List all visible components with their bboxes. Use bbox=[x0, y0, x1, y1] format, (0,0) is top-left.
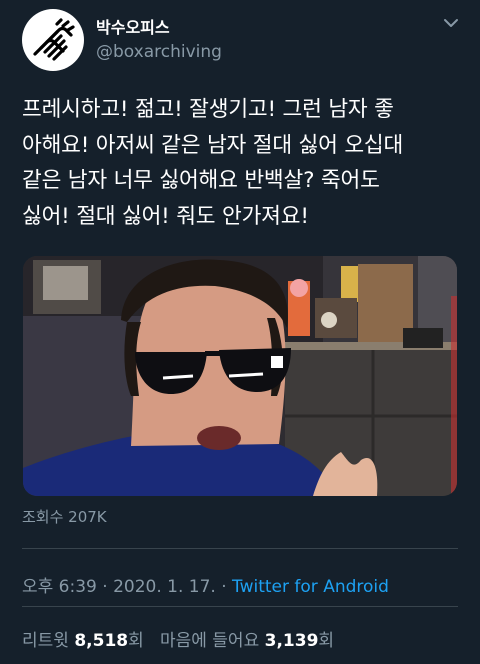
likes-count: 3,139 bbox=[264, 631, 319, 651]
view-count: 조회수 207K bbox=[22, 508, 107, 526]
tweet-header: 박수오피스 @boxarchiving bbox=[22, 8, 222, 72]
tweet-metadata: 오후 6:39 · 2020. 1. 17. · Twitter for And… bbox=[22, 572, 389, 597]
meta-separator: · bbox=[96, 577, 114, 597]
likes-unit: 회 bbox=[318, 631, 335, 651]
clapping-hands-icon bbox=[33, 18, 75, 61]
meta-separator: · bbox=[215, 577, 233, 597]
likes-label: 마음에 들어요 bbox=[159, 631, 260, 651]
display-name[interactable]: 박수오피스 bbox=[96, 17, 222, 39]
video-frame bbox=[23, 256, 457, 496]
retweets-count: 8,518 bbox=[74, 631, 129, 651]
avatar[interactable] bbox=[22, 9, 84, 71]
user-handle[interactable]: @boxarchiving bbox=[96, 41, 222, 63]
tweet-source-link[interactable]: Twitter for Android bbox=[232, 577, 389, 597]
divider bbox=[22, 606, 458, 607]
tweet-time[interactable]: 오후 6:39 bbox=[22, 577, 97, 597]
tweet-video[interactable] bbox=[23, 256, 457, 496]
tweet-text: 프레시하고! 젊고! 잘생기고! 그런 남자 좋 아해요! 아저씨 같은 남자 … bbox=[22, 97, 404, 229]
divider bbox=[22, 548, 458, 549]
chevron-down-icon[interactable] bbox=[440, 12, 462, 34]
engagement-stats: 리트윗 8,518회 마음에 들어요 3,139회 bbox=[22, 626, 334, 651]
retweets-stat[interactable]: 리트윗 8,518회 bbox=[22, 631, 144, 651]
retweets-unit: 회 bbox=[128, 631, 144, 651]
likes-stat[interactable]: 마음에 들어요 3,139회 bbox=[160, 631, 334, 651]
tweet-date[interactable]: 2020. 1. 17. bbox=[113, 577, 216, 597]
retweets-label: 리트윗 bbox=[22, 631, 69, 651]
